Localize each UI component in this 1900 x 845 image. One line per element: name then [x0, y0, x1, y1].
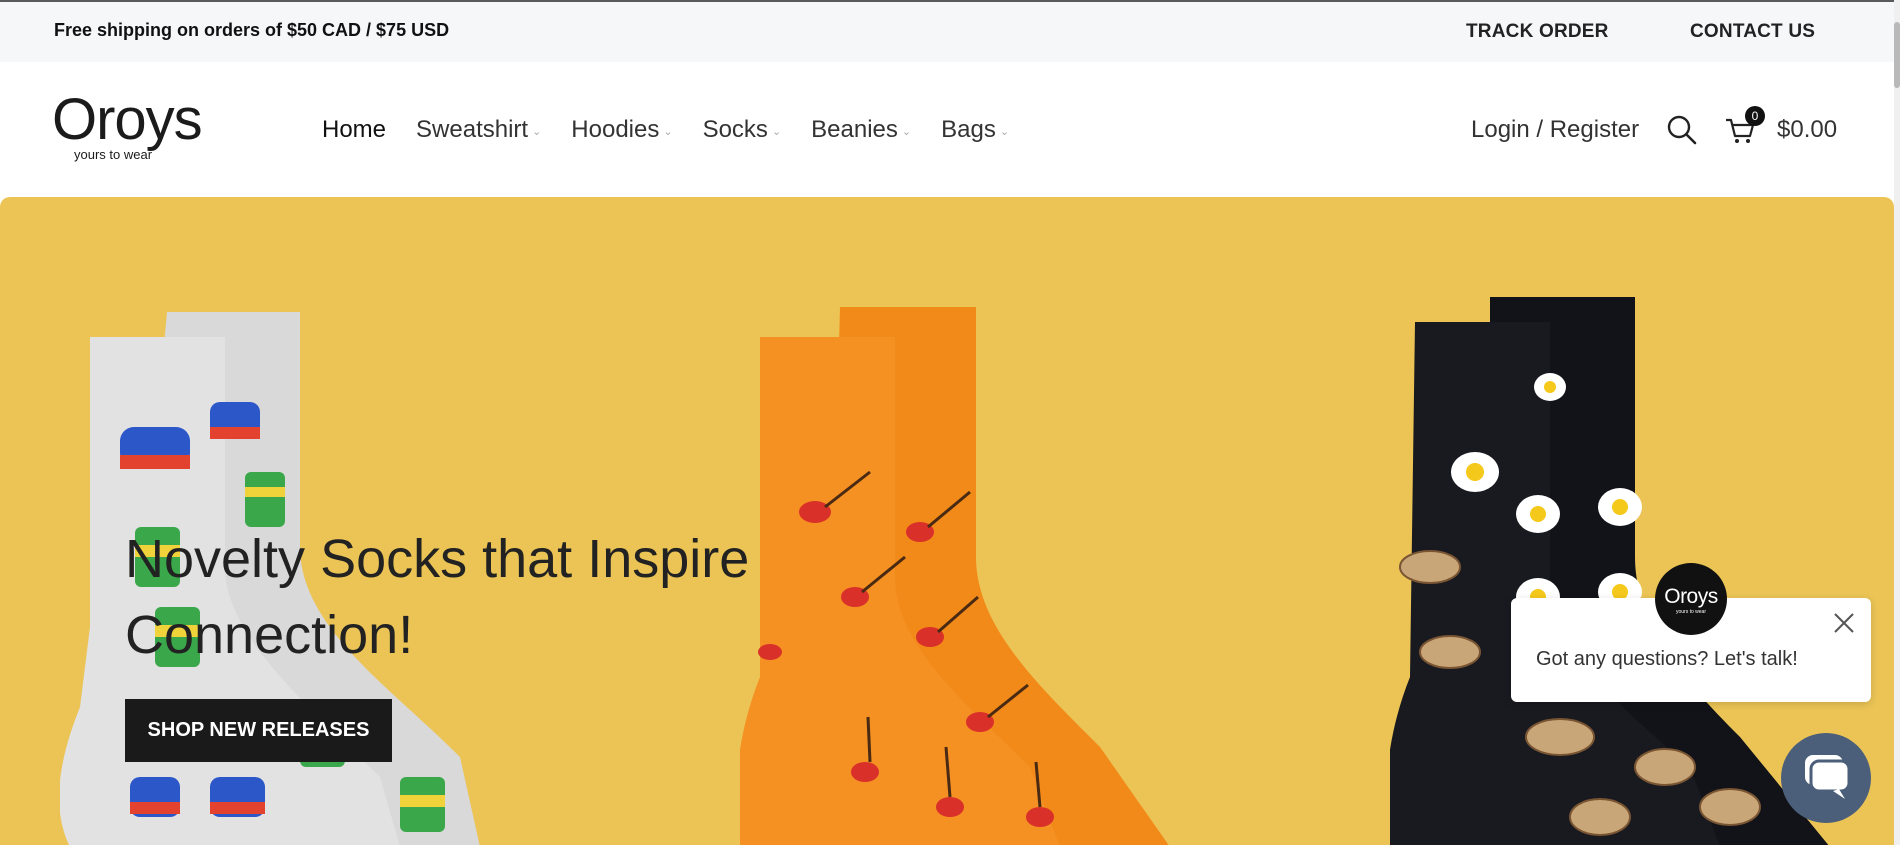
cart-count-badge: 0	[1745, 106, 1765, 126]
black-breakfast-sock-image	[1390, 297, 1829, 845]
search-icon[interactable]	[1666, 114, 1698, 146]
orange-guitar-sock-image	[740, 307, 1169, 845]
chevron-down-icon: ⌄	[999, 125, 1010, 138]
cart-total[interactable]: $0.00	[1777, 116, 1837, 144]
nav-item-home[interactable]: Home	[322, 116, 386, 144]
chat-agent-avatar: Oroys yours to wear	[1655, 563, 1727, 635]
nav-item-label: Beanies	[811, 116, 898, 143]
announcement-bar: Free shipping on orders of $50 CAD / $75…	[0, 0, 1900, 64]
track-order-link[interactable]: TRACK ORDER	[1466, 21, 1609, 43]
hero-banner: Novelty Socks that Inspire Connection! S…	[0, 197, 1894, 845]
page-scrollbar[interactable]	[1894, 0, 1900, 845]
nav-item-socks[interactable]: Socks ⌄	[703, 116, 782, 144]
avatar-wordmark: Oroys	[1664, 585, 1718, 608]
hero-title: Novelty Socks that Inspire Connection!	[125, 529, 750, 665]
nav-item-hoodies[interactable]: Hoodies ⌄	[571, 116, 672, 144]
nav-item-label: Hoodies	[571, 116, 660, 143]
logo-tagline: yours to wear	[74, 147, 153, 162]
avatar-tagline: yours to wear	[1675, 609, 1706, 615]
shop-new-releases-button[interactable]: SHOP NEW RELEASES	[125, 699, 392, 762]
chevron-down-icon: ⌄	[901, 125, 912, 138]
nav-item-label: Socks	[702, 116, 768, 143]
chat-prompt-message: Got any questions? Let's talk!	[1536, 648, 1798, 670]
chevron-down-icon: ⌄	[532, 125, 542, 138]
nav-item-sweatshirt[interactable]: Sweatshirt ⌄	[416, 116, 541, 144]
close-icon[interactable]	[1831, 610, 1857, 636]
login-register-link[interactable]: Login / Register	[1471, 116, 1639, 144]
chevron-down-icon: ⌄	[663, 125, 673, 138]
shipping-notice: Free shipping on orders of $50 CAD / $75…	[54, 20, 450, 40]
site-header: Oroys yours to wear Home Sweatshirt ⌄ Hoo…	[0, 62, 1900, 197]
main-nav: Home Sweatshirt ⌄ Hoodies ⌄ Socks ⌄ Beanies…	[322, 116, 1039, 144]
site-logo[interactable]: Oroys yours to wear	[52, 87, 222, 164]
logo-wordmark: Oroys	[52, 87, 203, 152]
scrollbar-thumb[interactable]	[1894, 22, 1900, 88]
nav-item-bags[interactable]: Bags ⌄	[941, 116, 1009, 144]
chat-launcher-button[interactable]	[1781, 733, 1871, 823]
chat-bubble-icon	[1805, 755, 1851, 799]
nav-item-beanies[interactable]: Beanies ⌄	[811, 116, 911, 144]
chevron-down-icon: ⌄	[771, 125, 782, 138]
nav-item-label: Sweatshirt	[416, 116, 529, 143]
nav-item-label: Home	[322, 116, 387, 143]
contact-us-link[interactable]: CONTACT US	[1690, 21, 1815, 43]
nav-item-label: Bags	[941, 116, 996, 143]
